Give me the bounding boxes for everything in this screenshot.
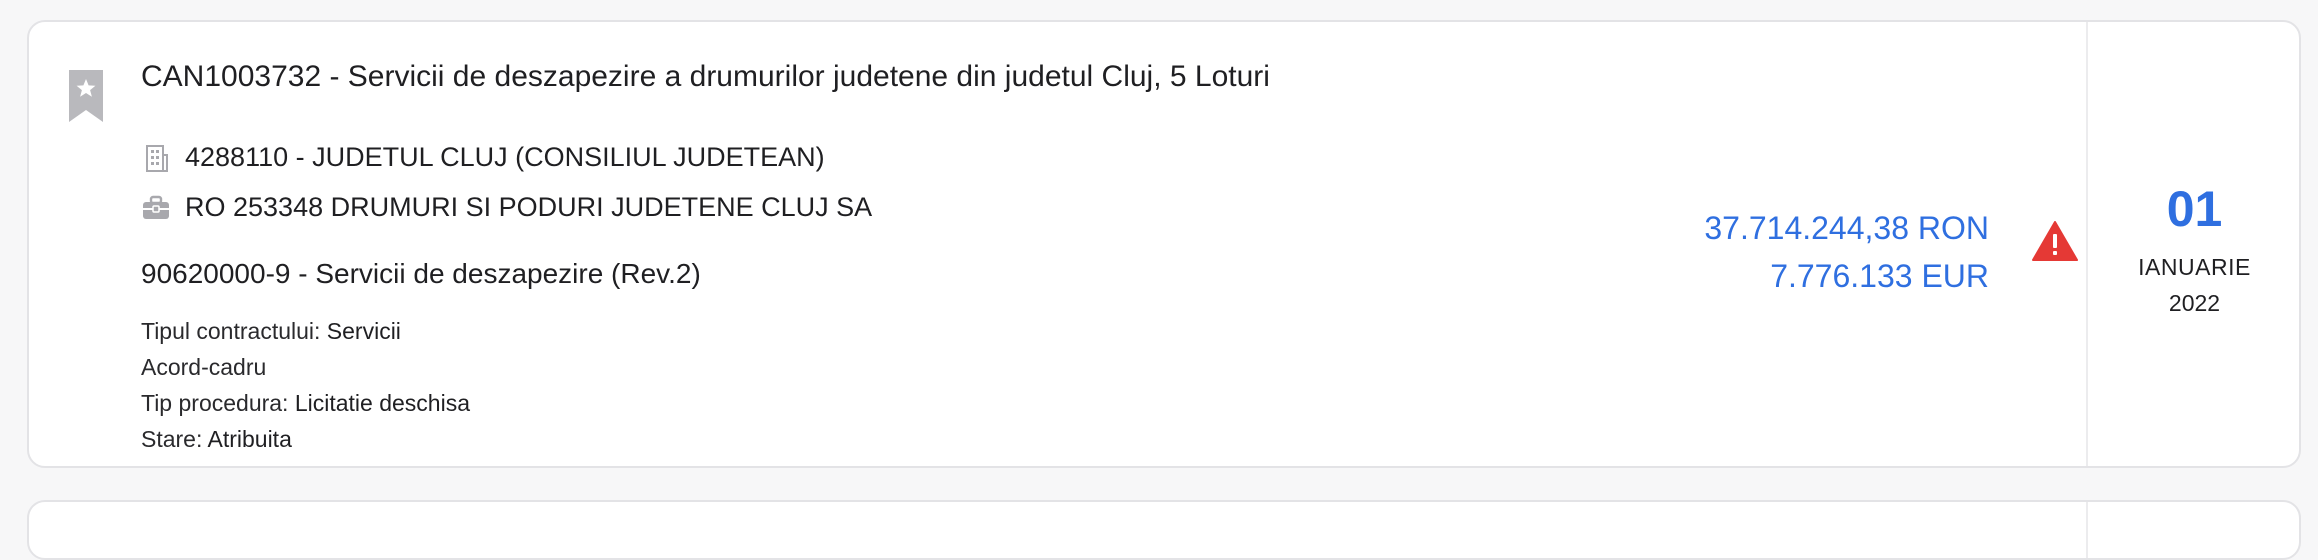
contract-type-label: Tipul contractului: <box>141 318 327 344</box>
procedure-type: Tip procedura: Licitatie deschisa <box>141 390 470 417</box>
notice-state: Stare: Atribuita <box>141 426 292 453</box>
contract-type: Tipul contractului: Servicii <box>141 318 401 345</box>
date-month: IANUARIE <box>2138 254 2251 280</box>
contract-type-value: Servicii <box>326 318 401 344</box>
authority-row: 4288110 - JUDETUL CLUJ (CONSILIUL JUDETE… <box>141 142 825 173</box>
warning-triangle-icon[interactable] <box>2032 220 2078 262</box>
agreement-type: Acord-cadru <box>141 354 267 380</box>
notice-card[interactable]: CAN1003732 - Servicii de deszapezire a d… <box>27 20 2301 468</box>
supplier-label[interactable]: RO 253348 DRUMURI SI PODURI JUDETENE CLU… <box>185 192 872 223</box>
date-day: 01 <box>2166 181 2223 237</box>
next-notice-card[interactable] <box>27 500 2301 560</box>
date-year: 2022 <box>2168 290 2221 316</box>
supplier-row: RO 253348 DRUMURI SI PODURI JUDETENE CLU… <box>141 192 872 223</box>
amount-eur: 7.776.133 EUR <box>1770 258 1989 294</box>
amount-ron: 37.714.244,38 RON <box>1704 210 1989 246</box>
contract-value: 37.714.244,38 RON 7.776.133 EUR <box>1704 204 1989 300</box>
bookmark-star-icon[interactable] <box>69 70 103 122</box>
date-divider <box>2086 502 2088 558</box>
procedure-value: Licitatie deschisa <box>294 390 470 416</box>
state-label: Stare: <box>141 426 208 452</box>
state-value: Atribuita <box>207 426 292 452</box>
procedure-label: Tip procedura: <box>141 390 295 416</box>
publication-date: 01 IANUARIE 2022 <box>2088 22 2299 466</box>
authority-label[interactable]: 4288110 - JUDETUL CLUJ (CONSILIUL JUDETE… <box>185 142 825 173</box>
briefcase-icon <box>143 195 169 219</box>
building-icon <box>146 144 168 172</box>
notice-title[interactable]: CAN1003732 - Servicii de deszapezire a d… <box>141 60 1270 94</box>
cpv-code: 90620000-9 - Servicii de deszapezire (Re… <box>141 258 701 289</box>
